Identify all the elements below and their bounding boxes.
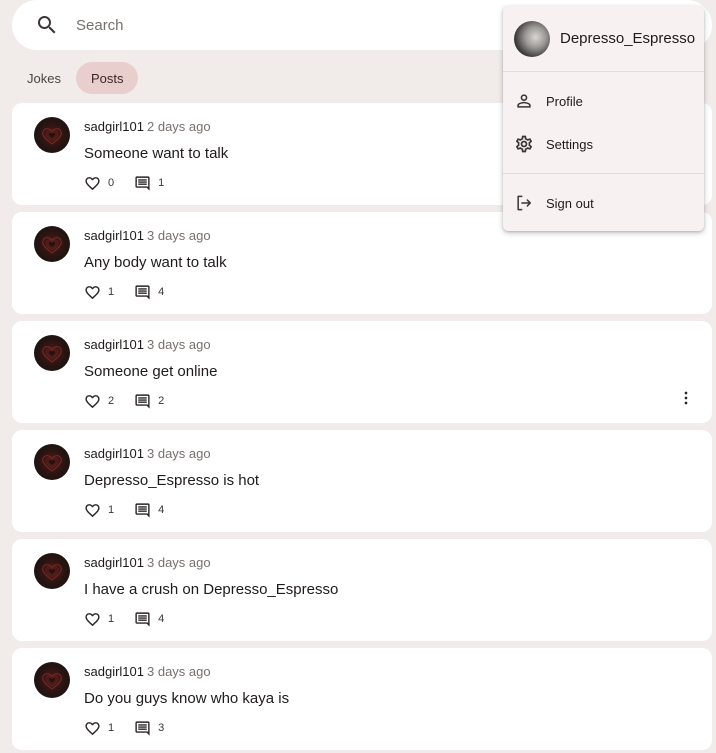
comment-icon[interactable] [134,393,151,410]
post-timestamp: 3 days ago [147,664,211,679]
post-actions: 13 [84,719,184,737]
comment-count: 4 [158,286,165,298]
menu-item-profile[interactable]: Profile [503,82,704,120]
search-icon[interactable] [35,13,59,37]
post-actions: 01 [84,174,184,192]
menu-item-settings[interactable]: Settings [503,125,704,163]
account-menu: Depresso_Espresso Profile Settings Sign … [503,6,704,231]
post-text: Someone want to talk [84,145,229,162]
heart-pattern [42,237,62,254]
post-meta: sadgirl101 3 days ago [84,337,211,352]
post-timestamp: 3 days ago [147,555,211,570]
heart-pattern [42,128,62,145]
heart-icon[interactable] [84,175,101,192]
menu-username: Depresso_Espresso [560,30,696,47]
heart-icon[interactable] [84,720,101,737]
logout-icon [517,195,531,211]
post-timestamp: 3 days ago [147,337,211,352]
like-count: 1 [108,613,115,625]
avatar[interactable] [34,553,70,589]
avatar[interactable] [34,444,70,480]
menu-item-label: Settings [546,136,593,152]
avatar[interactable] [34,117,70,153]
heart-icon[interactable] [84,502,101,519]
like-count: 0 [108,177,115,189]
menu-divider [503,173,704,174]
post-username[interactable]: sadgirl101 [84,446,144,461]
post-username[interactable]: sadgirl101 [84,664,144,679]
like-count: 2 [108,395,115,407]
tab-posts[interactable]: Posts [75,62,139,94]
avatar[interactable] [34,226,70,262]
comment-icon[interactable] [134,611,151,628]
post-card[interactable]: sadgirl101 3 days ago I have a crush on De… [12,539,712,641]
heart-pattern [42,455,62,472]
post-text: Do you guys know who kaya is [84,690,290,707]
more-vert-icon[interactable] [676,388,696,408]
post-meta: sadgirl101 3 days ago [84,446,211,461]
post-text: Someone get online [84,363,218,380]
post-actions: 14 [84,501,184,519]
post-text: Depresso_Espresso is hot [84,472,260,489]
comment-count: 2 [158,395,165,407]
post-actions: 14 [84,283,184,301]
heart-pattern [42,564,62,581]
post-timestamp: 2 days ago [147,119,211,134]
comment-count: 4 [158,613,165,625]
gear-icon [515,135,533,153]
comment-icon[interactable] [134,720,151,737]
comment-icon[interactable] [134,175,151,192]
post-meta: sadgirl101 3 days ago [84,555,211,570]
comment-count: 4 [158,504,165,516]
post-username[interactable]: sadgirl101 [84,555,144,570]
post-username[interactable]: sadgirl101 [84,119,144,134]
avatar[interactable] [34,662,70,698]
heart-pattern [42,673,62,690]
tab-jokes[interactable]: Jokes [12,62,76,94]
post-username[interactable]: sadgirl101 [84,337,144,352]
search-input[interactable] [76,11,476,39]
comment-icon[interactable] [134,284,151,301]
comment-count: 3 [158,722,165,734]
post-meta: sadgirl101 3 days ago [84,228,211,243]
post-card[interactable]: sadgirl101 3 days ago Depresso_Espresso is… [12,430,712,532]
post-timestamp: 3 days ago [147,446,211,461]
post-actions: 14 [84,610,184,628]
avatar[interactable] [34,335,70,371]
comment-icon[interactable] [134,502,151,519]
post-username[interactable]: sadgirl101 [84,228,144,243]
heart-icon[interactable] [84,611,101,628]
post-card[interactable]: sadgirl101 3 days ago Do you guys know who… [12,648,712,750]
menu-item-label: Profile [546,93,583,109]
post-actions: 22 [84,392,184,410]
like-count: 1 [108,722,115,734]
person-icon [517,94,531,108]
comment-count: 1 [158,177,165,189]
post-text: I have a crush on Depresso_Espresso [84,581,339,598]
menu-divider [503,71,704,72]
heart-pattern [42,346,62,363]
menu-item-label: Sign out [546,195,594,211]
post-timestamp: 3 days ago [147,228,211,243]
heart-icon[interactable] [84,393,101,410]
like-count: 1 [108,504,115,516]
user-avatar [514,21,550,57]
post-text: Any body want to talk [84,254,227,271]
post-card[interactable]: sadgirl101 3 days ago Someone get online 2 2 [12,321,712,423]
menu-item-sign-out[interactable]: Sign out [503,184,704,222]
heart-icon[interactable] [84,284,101,301]
post-meta: sadgirl101 3 days ago [84,664,211,679]
like-count: 1 [108,286,115,298]
post-meta: sadgirl101 2 days ago [84,119,211,134]
feed-tabs: Jokes Posts [12,62,139,94]
